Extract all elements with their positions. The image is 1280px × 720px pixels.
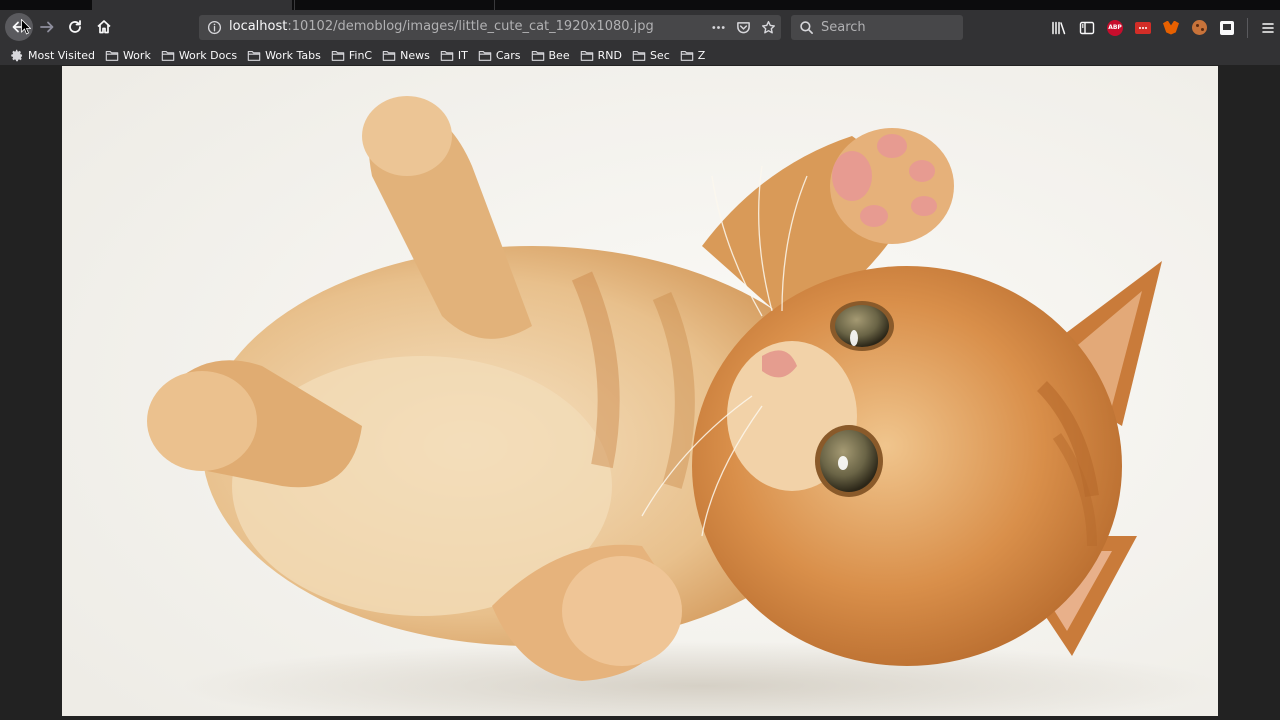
- more-dots-icon: [712, 26, 725, 29]
- home-icon: [97, 20, 111, 34]
- bookmark-star-button[interactable]: [756, 15, 781, 40]
- folder-icon: [580, 50, 593, 61]
- page-content: [0, 65, 1280, 720]
- gear-icon: [11, 49, 23, 61]
- folder-icon: [382, 50, 396, 61]
- tab-other[interactable]: [294, 0, 494, 10]
- kitten-illustration: [62, 66, 1218, 716]
- url-actions: [706, 15, 781, 40]
- tab-other-2[interactable]: [494, 0, 514, 10]
- bookmark-folder-work-docs[interactable]: Work Docs: [161, 45, 237, 65]
- pocket-icon: [737, 22, 750, 34]
- cookie-extension-button[interactable]: [1185, 15, 1213, 40]
- fox-icon: [1163, 20, 1179, 35]
- bookmark-folder-z[interactable]: Z: [680, 45, 706, 65]
- menu-button[interactable]: [1254, 15, 1280, 40]
- url-path: :10102/demoblog/images/little_cute_cat_1…: [287, 19, 654, 34]
- bookmark-label: RND: [597, 48, 622, 62]
- bookmark-label: Bee: [548, 48, 570, 62]
- kitten-image[interactable]: [62, 66, 1218, 716]
- cookie-icon: [1191, 20, 1207, 35]
- sidebar-button[interactable]: [1073, 15, 1101, 40]
- adblock-plus-icon: ABP: [1107, 19, 1123, 36]
- url-bar[interactable]: localhost:10102/demoblog/images/little_c…: [199, 15, 781, 40]
- bookmarks-toolbar: Most Visited Work Work Docs Work Tabs Fi…: [0, 45, 1280, 65]
- page-actions-button[interactable]: [706, 15, 731, 40]
- bookmark-folder-work-tabs[interactable]: Work Tabs: [247, 45, 321, 65]
- folder-icon: [478, 50, 492, 61]
- tab-strip: [0, 0, 1280, 10]
- bookmark-folder-rnd[interactable]: RND: [580, 45, 622, 65]
- info-icon[interactable]: [207, 20, 222, 35]
- mouse-cursor-icon: [21, 19, 31, 35]
- search-bar[interactable]: [791, 15, 963, 40]
- folder-icon: [531, 50, 544, 61]
- folder-icon: [680, 50, 694, 61]
- password-manager-button[interactable]: [1129, 15, 1157, 40]
- bookmark-label: Work: [122, 48, 151, 62]
- bookmark-folder-it[interactable]: IT: [440, 45, 468, 65]
- library-button[interactable]: [1045, 15, 1073, 40]
- bookmark-folder-finc[interactable]: FinC: [331, 45, 372, 65]
- bookmark-label: Z: [697, 48, 706, 62]
- folder-icon: [632, 50, 646, 61]
- bookmark-label: Work Docs: [178, 48, 238, 62]
- bookmark-folder-sec[interactable]: Sec: [632, 45, 670, 65]
- tab-active[interactable]: [92, 0, 292, 10]
- bookmark-most-visited[interactable]: Most Visited: [10, 45, 95, 65]
- library-icon: [1052, 21, 1066, 34]
- sidebar-icon: [1079, 21, 1095, 34]
- bookmark-label: Work Tabs: [265, 48, 321, 62]
- folder-icon: [331, 50, 345, 61]
- hamburger-menu-icon: [1262, 22, 1274, 33]
- adblock-plus-button[interactable]: ABP: [1101, 15, 1129, 40]
- search-icon: [799, 20, 814, 35]
- fox-extension-button[interactable]: [1157, 15, 1185, 40]
- bookmark-folder-news[interactable]: News: [382, 45, 430, 65]
- password-manager-icon: [1135, 21, 1151, 34]
- extension-button[interactable]: [1213, 15, 1241, 40]
- bookmark-label: News: [400, 48, 430, 62]
- bookmark-folder-cars[interactable]: Cars: [478, 45, 521, 65]
- folder-icon: [161, 50, 175, 61]
- search-input[interactable]: [819, 15, 959, 40]
- pocket-button[interactable]: [731, 15, 756, 40]
- folder-icon: [105, 50, 119, 61]
- bookmark-label: Sec: [649, 48, 670, 62]
- reload-icon: [69, 20, 81, 33]
- toolbar-icons: ABP: [1045, 15, 1280, 40]
- toolbar-divider: [1247, 17, 1248, 38]
- forward-button[interactable]: [33, 13, 61, 41]
- folder-icon: [440, 50, 454, 61]
- abp-label: ABP: [1108, 24, 1122, 31]
- arrow-right-icon: [40, 21, 54, 33]
- reload-button[interactable]: [61, 13, 89, 41]
- bookmark-label: Most Visited: [28, 48, 95, 62]
- home-button[interactable]: [90, 13, 118, 41]
- bookmark-label: FinC: [348, 48, 373, 62]
- navigation-toolbar: localhost:10102/demoblog/images/little_c…: [0, 10, 1280, 45]
- extension-icon: [1220, 20, 1234, 35]
- url-text[interactable]: localhost:10102/demoblog/images/little_c…: [229, 19, 654, 34]
- bookmark-folder-bee[interactable]: Bee: [531, 45, 570, 65]
- url-host: localhost: [229, 19, 288, 34]
- bookmark-label: IT: [457, 48, 468, 62]
- bookmark-label: Cars: [495, 48, 521, 62]
- folder-icon: [247, 50, 261, 61]
- star-icon: [761, 20, 776, 34]
- bookmark-folder-work[interactable]: Work: [105, 45, 151, 65]
